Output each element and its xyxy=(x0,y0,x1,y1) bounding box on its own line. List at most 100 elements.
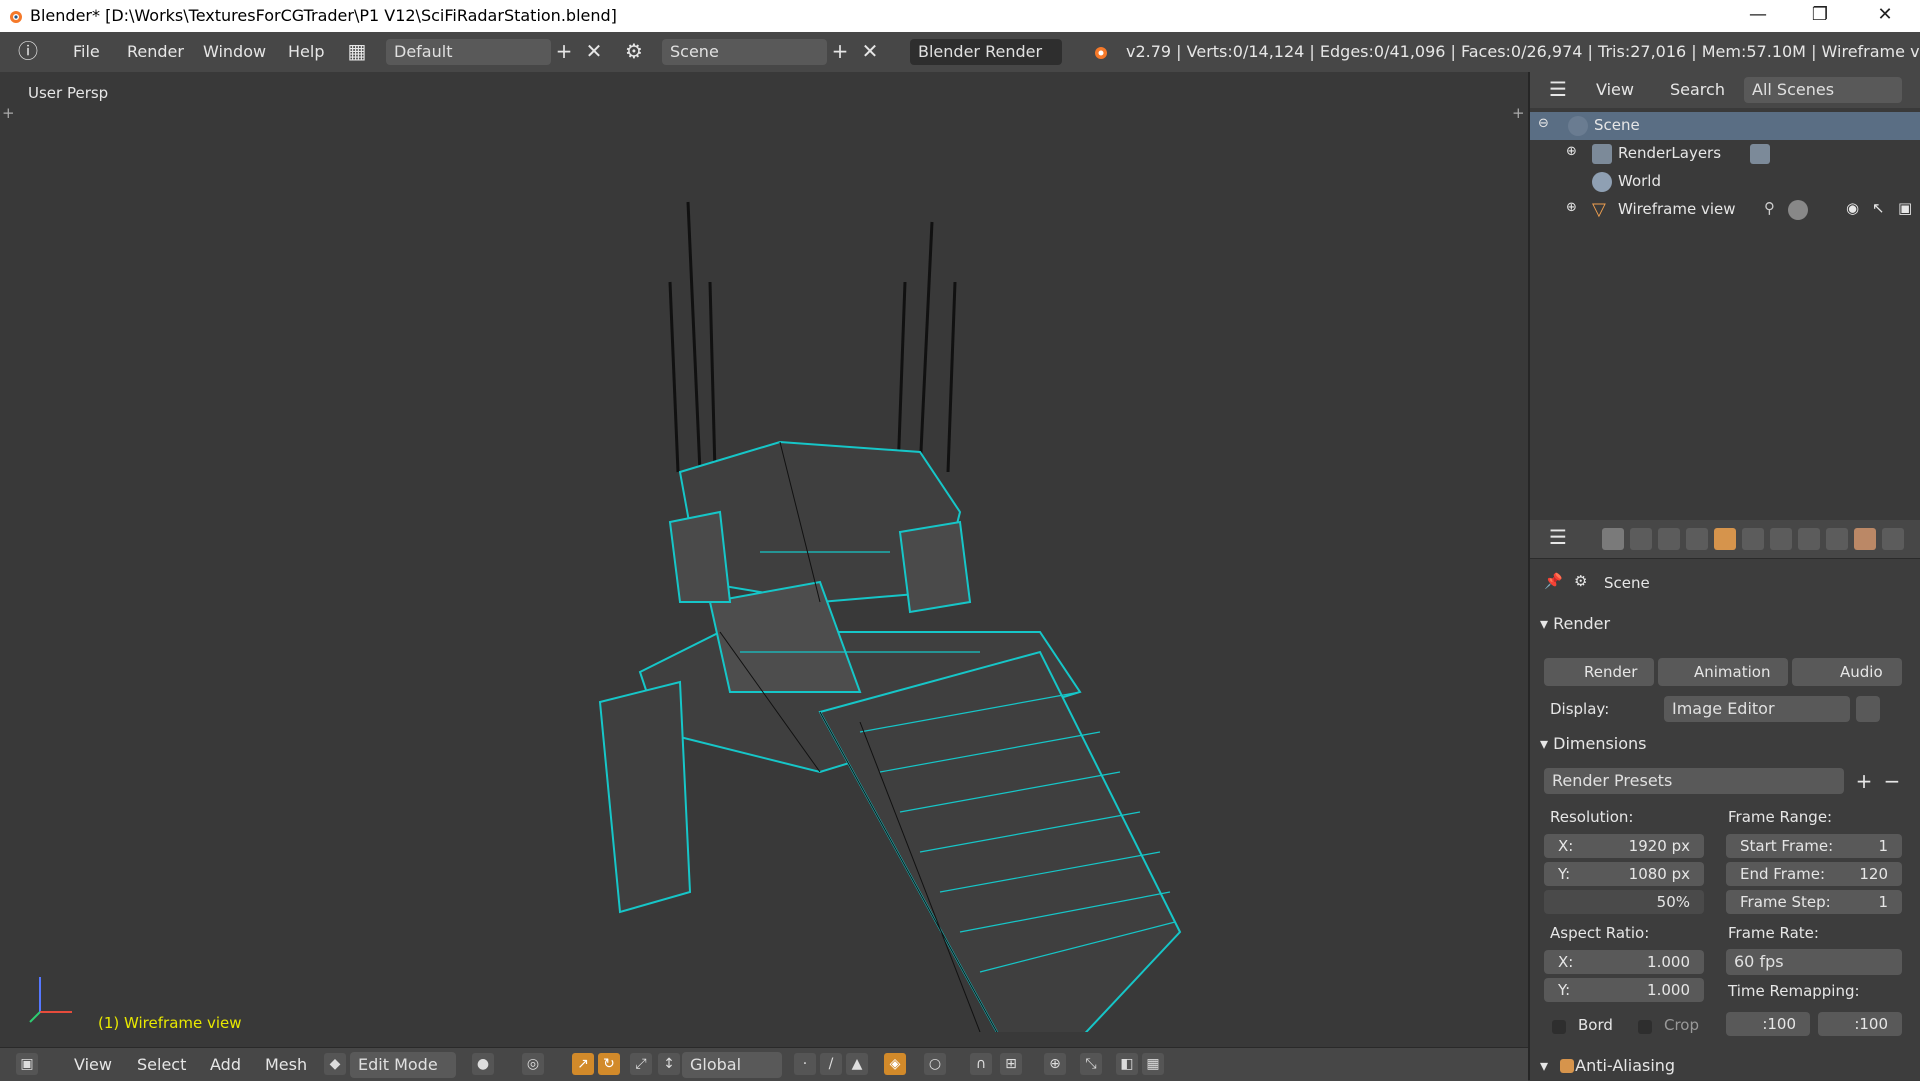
outliner[interactable]: ☰ View Search All Scenes ⊖ Scene ⊕ Rende… xyxy=(1528,72,1920,520)
renderability-camera-icon[interactable]: ▣ xyxy=(1898,199,1912,217)
collapse-icon[interactable]: ⊖ xyxy=(1538,116,1549,131)
outliner-item-scene[interactable]: ⊖ Scene xyxy=(1530,112,1920,140)
delete-screen-icon[interactable]: ✕ xyxy=(582,40,606,64)
menu-window[interactable]: Window xyxy=(203,42,266,61)
modifiers-tab-icon[interactable] xyxy=(1770,528,1792,550)
tool-shelf-toggle-icon[interactable]: + xyxy=(2,104,15,122)
opengl-animation-icon[interactable]: ▦ xyxy=(1142,1053,1164,1075)
snap-toggle-icon[interactable]: ∩ xyxy=(970,1053,992,1075)
menu-file[interactable]: File xyxy=(73,42,100,61)
add-preset-icon[interactable]: + xyxy=(1852,770,1876,794)
transform-orientation-select[interactable]: Global xyxy=(682,1052,782,1078)
outliner-item-world[interactable]: World xyxy=(1530,168,1920,196)
maximize-button[interactable]: ❐ xyxy=(1790,0,1850,32)
dimensions-panel-header[interactable]: ▾ Dimensions xyxy=(1540,734,1647,753)
audio-button[interactable]: Audio xyxy=(1792,658,1902,686)
editor-type-icon[interactable]: ▣ xyxy=(16,1053,38,1075)
mode-select[interactable]: Edit Mode xyxy=(350,1052,456,1078)
constraints-tab-icon[interactable] xyxy=(1742,528,1764,550)
outliner-menu-search[interactable]: Search xyxy=(1670,80,1725,99)
properties-editor[interactable]: ☰ 📌 ⚙ Scene ▾ Render Render Animation Au… xyxy=(1528,520,1920,1080)
scene-icon[interactable]: ⚙ xyxy=(622,40,646,64)
render-presets-select[interactable]: Render Presets xyxy=(1544,768,1844,794)
snap-target-icon[interactable]: ⊕ xyxy=(1044,1053,1066,1075)
viewport-shading-icon[interactable]: ● xyxy=(472,1053,494,1075)
expand-icon[interactable]: ⊕ xyxy=(1566,200,1577,215)
rotate-manipulator-icon[interactable]: ↻ xyxy=(598,1053,620,1075)
add-screen-icon[interactable]: + xyxy=(552,40,576,64)
render-layers-tab-icon[interactable] xyxy=(1630,528,1652,550)
expand-icon[interactable]: ⊕ xyxy=(1566,144,1577,159)
face-select-icon[interactable]: ▲ xyxy=(846,1053,868,1075)
scene-tab-icon[interactable] xyxy=(1658,528,1680,550)
edge-select-icon[interactable]: / xyxy=(820,1053,842,1075)
limit-selection-icon[interactable]: ◈ xyxy=(884,1053,906,1075)
world-tab-icon[interactable] xyxy=(1686,528,1708,550)
snap-align-icon[interactable]: ⤡ xyxy=(1080,1053,1102,1075)
outliner-menu-view[interactable]: View xyxy=(1596,80,1634,99)
menu-add[interactable]: Add xyxy=(210,1055,241,1074)
render-tab-icon[interactable] xyxy=(1602,528,1624,550)
blender-logo-icon xyxy=(10,11,22,23)
anti-aliasing-panel-header[interactable]: ▾ Anti-Aliasing xyxy=(1540,1056,1675,1075)
minimize-button[interactable]: — xyxy=(1728,0,1788,32)
time-remap-new-field[interactable]: :100 xyxy=(1818,1012,1902,1036)
selectability-cursor-icon[interactable]: ↖ xyxy=(1872,199,1885,217)
properties-toggle-icon[interactable]: + xyxy=(1512,104,1525,122)
outliner-display-mode-select[interactable]: All Scenes xyxy=(1744,77,1902,103)
menu-help[interactable]: Help xyxy=(288,42,324,61)
delete-scene-icon[interactable]: ✕ xyxy=(858,40,882,64)
3d-viewport[interactable]: User Persp + + (1) Wireframe view xyxy=(0,72,1528,1047)
animation-button[interactable]: Animation xyxy=(1658,658,1788,686)
scene-field[interactable]: Scene xyxy=(662,39,827,65)
info-editor-type-icon[interactable]: ⓘ xyxy=(16,40,40,64)
aspect-y-field[interactable]: Y: 1.000 xyxy=(1544,978,1704,1002)
pivot-point-icon[interactable]: ◎ xyxy=(522,1053,544,1075)
vertex-select-icon[interactable]: · xyxy=(794,1053,816,1075)
screen-layout-icon[interactable]: ▦ xyxy=(345,40,369,64)
translate-manipulator-icon[interactable]: ↗ xyxy=(572,1053,594,1075)
start-frame-field[interactable]: Start Frame: 1 xyxy=(1726,834,1902,858)
resolution-x-field[interactable]: X: 1920 px xyxy=(1544,834,1704,858)
menu-mesh[interactable]: Mesh xyxy=(265,1055,307,1074)
outliner-item-renderlayers[interactable]: ⊕ RenderLayers xyxy=(1530,140,1920,168)
add-scene-icon[interactable]: + xyxy=(828,40,852,64)
anti-aliasing-checkbox[interactable] xyxy=(1560,1059,1574,1073)
menu-select[interactable]: Select xyxy=(137,1055,186,1074)
end-frame-field[interactable]: End Frame: 120 xyxy=(1726,862,1902,886)
texture-tab-icon[interactable] xyxy=(1854,528,1876,550)
resolution-percentage-field[interactable]: 50% xyxy=(1544,890,1704,914)
time-remap-old-field[interactable]: :100 xyxy=(1726,1012,1810,1036)
opengl-render-icon[interactable]: ◧ xyxy=(1116,1053,1138,1075)
frame-rate-select[interactable]: 60 fps xyxy=(1726,949,1902,975)
visibility-eye-icon[interactable]: ◉ xyxy=(1846,199,1859,217)
manipulator-toggle-icon[interactable]: ↕ xyxy=(658,1053,680,1075)
data-tab-icon[interactable] xyxy=(1798,528,1820,550)
crop-checkbox[interactable] xyxy=(1638,1020,1652,1034)
material-tab-icon[interactable] xyxy=(1826,528,1848,550)
render-engine-select[interactable]: Blender Render xyxy=(910,39,1062,65)
physics-tab-icon[interactable] xyxy=(1882,528,1904,550)
display-select[interactable]: Image Editor xyxy=(1664,696,1850,722)
frame-step-field[interactable]: Frame Step: 1 xyxy=(1726,890,1902,914)
render-panel-header[interactable]: ▾ Render xyxy=(1540,614,1610,633)
scale-manipulator-icon[interactable]: ⤢ xyxy=(630,1053,652,1075)
menu-view[interactable]: View xyxy=(74,1055,112,1074)
snap-element-icon[interactable]: ⊞ xyxy=(1000,1053,1022,1075)
border-checkbox[interactable] xyxy=(1552,1020,1566,1034)
properties-editor-type-icon[interactable]: ☰ xyxy=(1546,526,1570,550)
menu-render[interactable]: Render xyxy=(127,42,184,61)
proportional-editing-icon[interactable]: ○ xyxy=(924,1053,946,1075)
close-button[interactable]: ✕ xyxy=(1855,0,1915,32)
outliner-item-wireframe-view[interactable]: ⊕ ▽ Wireframe view ⚲ ◉ ↖ ▣ xyxy=(1530,196,1920,224)
aspect-x-field[interactable]: X: 1.000 xyxy=(1544,950,1704,974)
pin-icon[interactable]: 📌 xyxy=(1544,572,1563,590)
render-button[interactable]: Render xyxy=(1544,658,1654,686)
resolution-label: Resolution: xyxy=(1550,808,1634,826)
object-tab-icon[interactable] xyxy=(1714,528,1736,550)
remove-preset-icon[interactable]: − xyxy=(1880,770,1904,794)
lock-interface-icon[interactable] xyxy=(1856,696,1880,722)
screen-layout-field[interactable]: Default xyxy=(386,39,551,65)
resolution-y-field[interactable]: Y: 1080 px xyxy=(1544,862,1704,886)
outliner-editor-type-icon[interactable]: ☰ xyxy=(1546,78,1570,102)
